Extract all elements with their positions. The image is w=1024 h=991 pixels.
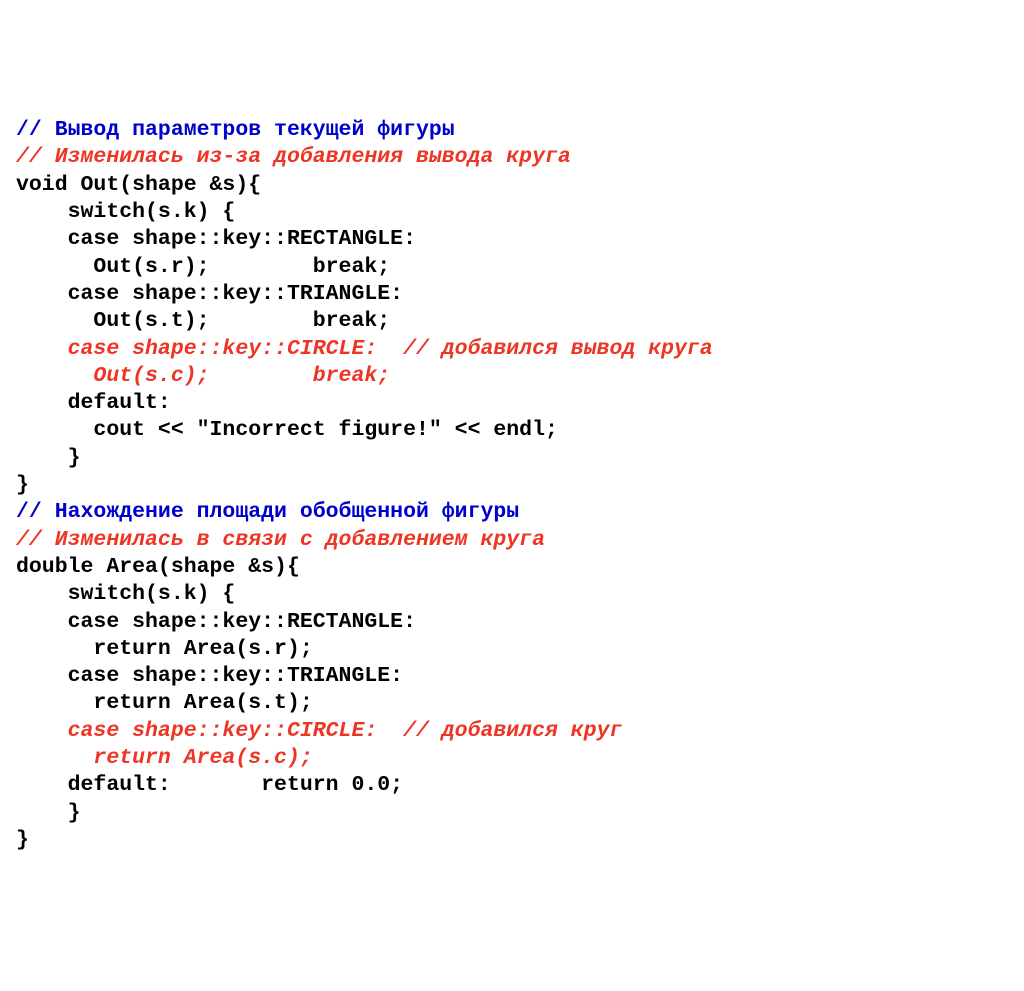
code-line: void Out(shape &s){ bbox=[16, 173, 261, 197]
code-line: switch(s.k) { bbox=[16, 200, 235, 224]
code-line: case shape::key::TRIANGLE: bbox=[16, 282, 403, 306]
code-block: // Вывод параметров текущей фигуры // Из… bbox=[16, 117, 1008, 854]
code-line: } bbox=[16, 473, 29, 497]
code-line: case shape::key::RECTANGLE: bbox=[16, 227, 416, 251]
code-line: // Изменилась в связи с добавлением круг… bbox=[16, 528, 545, 552]
code-line: double Area(shape &s){ bbox=[16, 555, 300, 579]
code-line: case shape::key::CIRCLE: // добавился вы… bbox=[16, 337, 713, 361]
code-line: case shape::key::TRIANGLE: bbox=[16, 664, 403, 688]
code-line: Out(s.c); break; bbox=[16, 364, 390, 388]
code-line: cout << "Incorrect figure!" << endl; bbox=[16, 418, 558, 442]
code-line: // Вывод параметров текущей фигуры bbox=[16, 118, 455, 142]
code-line: case shape::key::RECTANGLE: bbox=[16, 610, 416, 634]
code-line: } bbox=[16, 446, 81, 470]
code-line: case shape::key::CIRCLE: // добавился кр… bbox=[16, 719, 622, 743]
code-line: default: bbox=[16, 391, 171, 415]
code-line: return Area(s.r); bbox=[16, 637, 313, 661]
code-line: } bbox=[16, 828, 29, 852]
code-line: // Нахождение площади обобщенной фигуры bbox=[16, 500, 519, 524]
code-line: } bbox=[16, 801, 81, 825]
code-line: // Изменилась из-за добавления вывода кр… bbox=[16, 145, 571, 169]
code-line: Out(s.t); break; bbox=[16, 309, 390, 333]
code-line: return Area(s.c); bbox=[16, 746, 313, 770]
code-line: default: return 0.0; bbox=[16, 773, 403, 797]
code-line: return Area(s.t); bbox=[16, 691, 313, 715]
code-line: switch(s.k) { bbox=[16, 582, 235, 606]
code-line: Out(s.r); break; bbox=[16, 255, 390, 279]
